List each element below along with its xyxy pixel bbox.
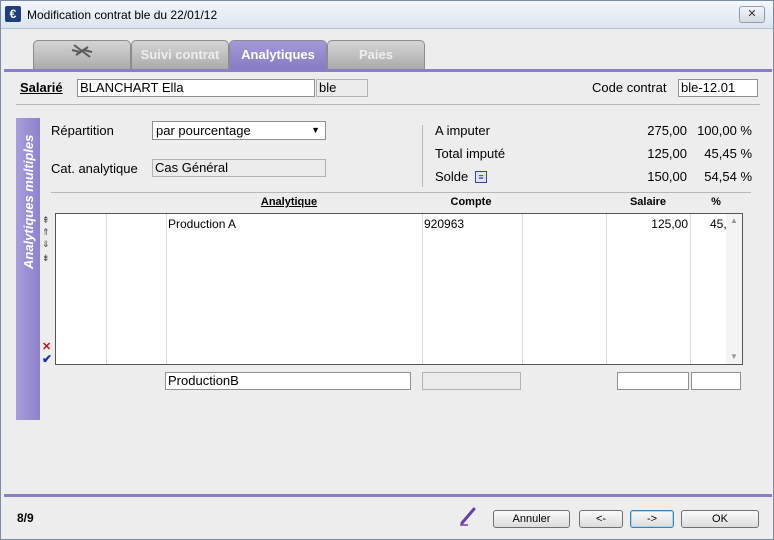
entry-analytique-input[interactable]: ProductionB (165, 372, 411, 390)
code-contrat-field[interactable]: ble-12.01 (678, 79, 758, 97)
analytique-table: Production A 920963 125,00 45,45 ▲ ▼ (55, 213, 743, 365)
window-title: Modification contrat ble du 22/01/12 (27, 8, 218, 22)
a-imputer-pct: 100,00 % (697, 123, 752, 138)
move-up-icon[interactable]: ⇑ (42, 227, 50, 237)
salarie-code-field: ble (316, 79, 368, 97)
repartition-select[interactable]: par pourcentage ▼ (152, 121, 326, 140)
previous-button[interactable]: <- (579, 510, 623, 528)
table-col-divider (522, 214, 523, 364)
table-col-divider (606, 214, 607, 364)
table-col-divider (422, 214, 423, 364)
col-header-salaire[interactable]: Salaire (606, 196, 690, 208)
footer-rule (4, 494, 772, 497)
tab-paies[interactable]: Paies (327, 40, 425, 70)
repartition-label: Répartition (51, 123, 114, 138)
pen-icon[interactable] (458, 506, 478, 526)
total-impute-pct: 45,45 % (704, 146, 752, 161)
move-bottom-icon[interactable]: ⇟ (42, 253, 50, 263)
dialog-window: € Modification contrat ble du 22/01/12 ✕… (0, 0, 774, 540)
a-imputer-label: A imputer (435, 123, 490, 138)
dragonfly-icon (68, 44, 96, 65)
solde-label: Solde (435, 169, 469, 184)
close-button[interactable]: ✕ (739, 6, 765, 23)
cell-salaire: 125,00 (651, 217, 688, 231)
grid-top-divider (51, 192, 751, 193)
table-col-divider (166, 214, 167, 364)
table-scrollbar[interactable]: ▲ ▼ (726, 214, 742, 364)
side-panel-label: Analytiques multiples (21, 134, 36, 269)
cat-analytique-label: Cat. analytique (51, 161, 138, 176)
app-icon: € (5, 6, 21, 22)
tab-suivi-contrat[interactable]: Suivi contrat (131, 40, 229, 70)
entry-compte-input (422, 372, 521, 390)
validate-row-icon[interactable]: ✔ (42, 352, 52, 366)
solde-detail-icon[interactable]: ≡ (475, 171, 487, 183)
cell-analytique: Production A (168, 217, 237, 231)
col-header-analytique[interactable]: Analytique (231, 196, 347, 208)
col-header-compte[interactable]: Compte (421, 196, 521, 208)
total-impute-amount: 125,00 (647, 146, 687, 161)
table-col-divider (690, 214, 691, 364)
totals-separator (422, 125, 423, 187)
salarie-label[interactable]: Salarié (20, 80, 63, 95)
chevron-down-icon: ▼ (311, 125, 320, 135)
code-contrat-label: Code contrat (592, 80, 667, 95)
tab-underline (4, 69, 772, 72)
total-impute-label: Total imputé (435, 146, 506, 161)
header-divider (16, 104, 760, 105)
annuler-button[interactable]: Annuler (493, 510, 570, 528)
a-imputer-amount: 275,00 (647, 123, 687, 138)
scroll-down-icon[interactable]: ▼ (730, 352, 738, 361)
move-down-icon[interactable]: ⇓ (42, 239, 50, 249)
next-button[interactable]: -> (630, 510, 674, 528)
entry-pct-input[interactable] (691, 372, 741, 390)
page-count: 8/9 (17, 511, 34, 525)
solde-amount: 150,00 (647, 169, 687, 184)
salarie-name-field[interactable]: BLANCHART Ella (77, 79, 315, 97)
cat-analytique-field: Cas Général (152, 159, 326, 177)
cell-compte: 920963 (424, 217, 465, 231)
move-top-icon[interactable]: ⇞ (42, 215, 50, 225)
repartition-value: par pourcentage (156, 123, 251, 138)
scroll-up-icon[interactable]: ▲ (730, 216, 738, 225)
solde-pct: 54,54 % (704, 169, 752, 184)
tab-analytiques[interactable]: Analytiques (229, 40, 327, 70)
ok-button[interactable]: OK (681, 510, 759, 528)
col-header-pct[interactable]: % (690, 196, 742, 208)
entry-salaire-input[interactable] (617, 372, 689, 390)
title-bar: € Modification contrat ble du 22/01/12 ✕ (1, 1, 773, 29)
tab-general[interactable] (33, 40, 131, 70)
table-col-divider (106, 214, 107, 364)
